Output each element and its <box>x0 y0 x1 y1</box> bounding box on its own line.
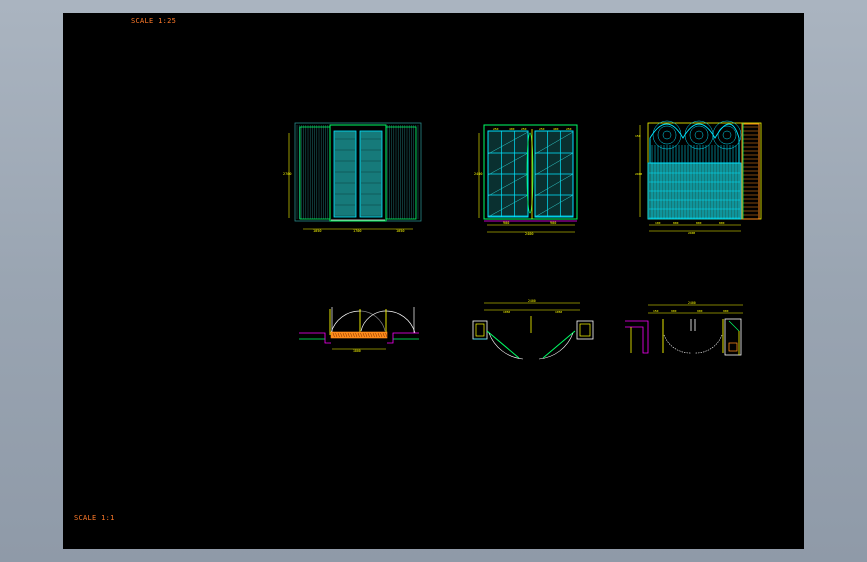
svg-text:900: 900 <box>550 221 556 225</box>
svg-text:1050: 1050 <box>555 310 562 314</box>
svg-text:2400: 2400 <box>688 301 696 305</box>
svg-text:800: 800 <box>673 221 679 225</box>
svg-text:2400: 2400 <box>474 172 482 176</box>
svg-text:2400: 2400 <box>525 232 533 236</box>
door-plan-2: 2400 1050 1050 <box>472 299 594 360</box>
door-plan-3: 2400 150 900 900 900 <box>625 301 743 356</box>
svg-text:100: 100 <box>655 221 661 225</box>
svg-text:2400: 2400 <box>635 172 642 176</box>
svg-text:150: 150 <box>635 134 641 138</box>
svg-text:2400: 2400 <box>528 299 536 303</box>
svg-text:2700: 2700 <box>283 172 291 176</box>
svg-text:250: 250 <box>521 127 527 131</box>
svg-text:2400: 2400 <box>688 231 695 235</box>
door-plan-1: 1800 <box>299 307 419 353</box>
svg-text:900: 900 <box>697 309 703 313</box>
svg-text:400: 400 <box>553 127 559 131</box>
svg-text:1050: 1050 <box>313 229 321 233</box>
svg-text:900: 900 <box>671 309 677 313</box>
svg-text:250: 250 <box>566 127 572 131</box>
svg-text:900: 900 <box>503 221 509 225</box>
svg-text:250: 250 <box>493 127 499 131</box>
svg-text:800: 800 <box>696 221 702 225</box>
svg-text:250: 250 <box>539 127 545 131</box>
svg-text:800: 800 <box>719 221 725 225</box>
cad-drawings: 1050 1700 1050 2700 900 900 2400 2400 25… <box>283 120 762 360</box>
svg-text:1700: 1700 <box>353 229 361 233</box>
door-elevation-3: 100 800 800 800 2400 150 2400 <box>635 120 762 235</box>
door-elevation-2: 900 900 2400 2400 250 400 250 250 400 250 <box>474 124 578 236</box>
svg-text:900: 900 <box>723 309 729 313</box>
svg-text:150: 150 <box>653 309 659 313</box>
svg-text:1050: 1050 <box>503 310 510 314</box>
svg-text:1050: 1050 <box>396 229 404 233</box>
door-elevation-1: 1050 1700 1050 2700 <box>283 122 422 233</box>
svg-text:1800: 1800 <box>353 349 361 353</box>
drawing-sheet: SCALE 1:25 SCALE 1:1 1050 1700 1050 2700 <box>63 13 804 549</box>
svg-text:400: 400 <box>509 127 515 131</box>
